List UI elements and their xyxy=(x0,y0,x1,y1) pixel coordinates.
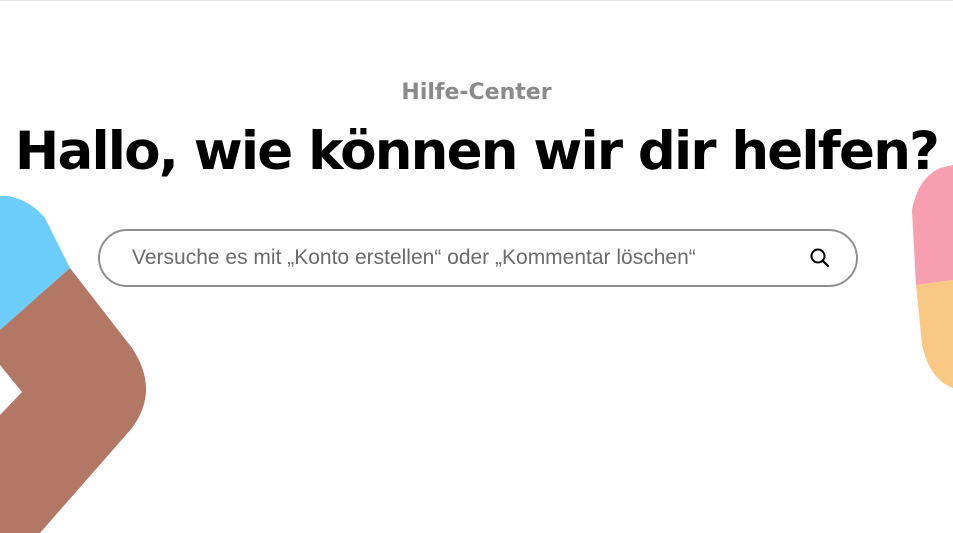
page-title: Hallo, wie können wir dir helfen? xyxy=(14,121,940,182)
search-input[interactable] xyxy=(100,231,792,285)
search-bar xyxy=(98,229,858,287)
orange-shape xyxy=(916,280,953,388)
search-button[interactable] xyxy=(792,231,848,285)
help-center-label: Hilfe-Center xyxy=(401,80,552,105)
help-center-page: Hilfe-Center Hallo, wie können wir dir h… xyxy=(0,0,953,533)
search-icon xyxy=(810,248,830,268)
